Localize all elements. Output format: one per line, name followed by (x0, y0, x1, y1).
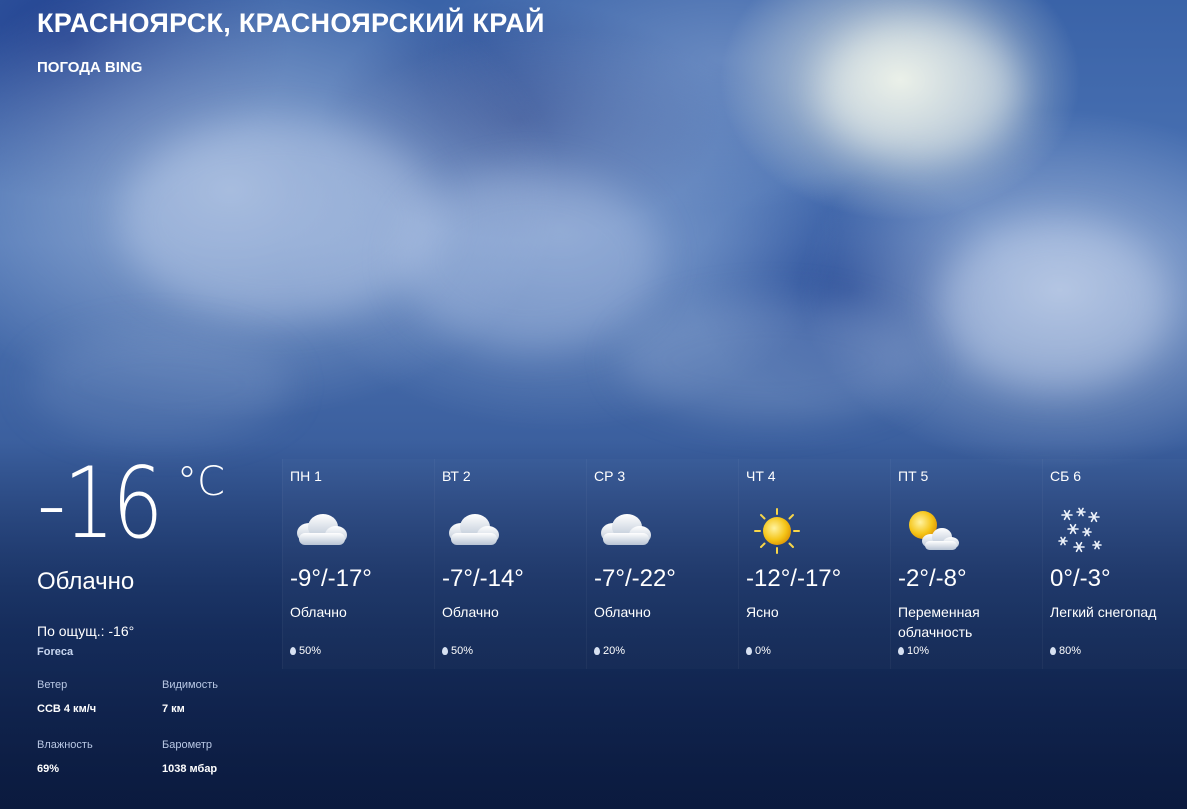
day-temperature: -2°/-8° (898, 565, 967, 592)
day-condition: Облачно (594, 604, 651, 620)
temperature-unit: °C (177, 459, 225, 505)
day-name: СР 3 (594, 468, 626, 484)
day-condition: Переменная облачность (898, 604, 980, 640)
day-condition: Облачно (442, 604, 499, 620)
cloud-texture (120, 120, 440, 320)
precipitation: 80% (1050, 645, 1081, 657)
current-condition: Облачно (37, 568, 135, 595)
forecast-day[interactable]: ВТ 2 -7°/-14° Облачно 50% (434, 459, 586, 669)
forecast-day[interactable]: СР 3 -7°/-22° Облачно 20% (586, 459, 738, 669)
cloud-texture (30, 330, 290, 440)
feels-like: По ощущ.: -16° (37, 623, 135, 639)
cloudy-icon (593, 503, 657, 559)
day-condition: Легкий снегопад (1050, 604, 1157, 620)
forecast-day[interactable]: СБ 6 0°/-3° Легкий снегопад 80% (1042, 459, 1187, 669)
precipitation-value: 20% (603, 645, 626, 657)
raindrop-icon (898, 647, 904, 655)
raindrop-icon (442, 647, 448, 655)
raindrop-icon (290, 647, 296, 655)
precipitation: 50% (442, 645, 473, 657)
precipitation-value: 80% (1059, 645, 1082, 657)
current-conditions: -16 °C Облачно По ощущ.: -16° Foreca Вет… (37, 447, 277, 775)
precipitation: 0% (746, 645, 771, 657)
raindrop-icon (594, 647, 600, 655)
day-temperature: 0°/-3° (1050, 565, 1111, 592)
day-condition: Ясно (746, 604, 779, 620)
wind-value: ССВ 4 км/ч (37, 703, 97, 715)
location-title: КРАСНОЯРСК, КРАСНОЯРСКИЙ КРАЙ (37, 8, 545, 38)
precipitation: 20% (594, 645, 625, 657)
day-temperature: -12°/-17° (746, 565, 842, 592)
precipitation-value: 10% (907, 645, 930, 657)
cloud-texture (940, 220, 1170, 390)
snow-icon (1049, 503, 1113, 559)
precipitation: 50% (290, 645, 321, 657)
day-name: ПН 1 (290, 468, 322, 484)
day-temperature: -9°/-17° (290, 565, 372, 592)
visibility-value: 7 км (162, 703, 185, 715)
forecast-day[interactable]: ПТ 5 -2°/-8° Переменная облачность 10% (890, 459, 1042, 669)
day-name: ЧТ 4 (746, 468, 776, 484)
forecast-day[interactable]: ЧТ 4 -12°/-17° Ясно 0% (738, 459, 890, 669)
current-temperature: -16 (37, 447, 163, 561)
precipitation-value: 50% (451, 645, 474, 657)
day-name: СБ 6 (1050, 468, 1081, 484)
precipitation-value: 50% (299, 645, 322, 657)
day-temperature: -7°/-14° (442, 565, 524, 592)
source-label: ПОГОДА BING (37, 59, 143, 76)
cloud-texture (820, 20, 1020, 160)
data-provider-link[interactable]: Foreca (37, 646, 73, 658)
sun-icon (745, 503, 809, 559)
precipitation: 10% (898, 645, 929, 657)
raindrop-icon (746, 647, 752, 655)
raindrop-icon (1050, 647, 1056, 655)
visibility-label: Видимость (162, 679, 218, 691)
wind-label: Ветер (37, 679, 68, 691)
cloudy-icon (441, 503, 505, 559)
humidity-value: 69% (37, 763, 60, 775)
cloud-texture (620, 300, 920, 420)
cloud-texture (400, 170, 660, 350)
barometer-label: Барометр (162, 739, 213, 751)
cloudy-icon (289, 503, 353, 559)
humidity-label: Влажность (37, 739, 93, 751)
barometer-value: 1038 мбар (162, 763, 218, 775)
precipitation-value: 0% (755, 645, 771, 657)
forecast-day[interactable]: ПН 1 -9°/-17° Облачно 50% (282, 459, 434, 669)
partly-cloudy-icon (897, 503, 961, 559)
day-name: ВТ 2 (442, 468, 471, 484)
day-temperature: -7°/-22° (594, 565, 676, 592)
day-name: ПТ 5 (898, 468, 929, 484)
day-condition: Облачно (290, 604, 347, 620)
daily-forecast: ПН 1 -9°/-17° Облачно 50% ВТ 2 -7°/-14° … (282, 459, 1187, 679)
